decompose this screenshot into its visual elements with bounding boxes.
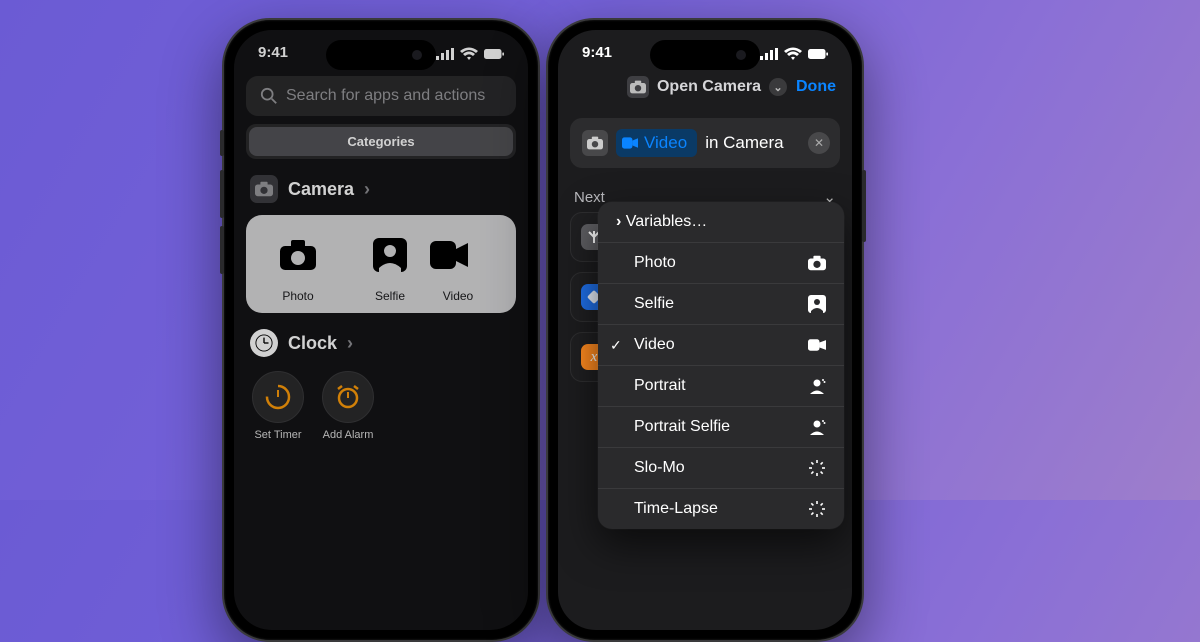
action-suffix: in Camera [705,133,783,153]
camera-actions-card: Photo Selfie Video [246,215,516,313]
camera-app-icon [627,76,649,98]
selfie-icon [808,295,830,313]
camera-action-video[interactable]: Video [438,227,478,303]
search-input[interactable]: Search for apps and actions [246,76,516,116]
popover-option-video[interactable]: ✓ Video [598,325,844,366]
spinner-icon [808,459,830,477]
camera-title: Camera [288,179,354,200]
search-placeholder: Search for apps and actions [286,87,485,105]
popover-option-portrait[interactable]: Portrait [598,366,844,407]
timelapse-icon [808,500,830,518]
segmented-control[interactable]: Categories [246,124,516,159]
video-icon [808,336,830,354]
camera-action-selfie[interactable]: Selfie [346,227,434,303]
photo-icon [270,227,326,283]
selfie-icon [362,227,418,283]
clock-action-alarm[interactable]: Add Alarm [322,371,374,441]
chevron-down-icon: ⌄ [769,78,787,96]
clock-title: Clock [288,333,337,354]
section-clock[interactable]: Clock › [234,323,528,365]
camera-icon [582,130,608,156]
signal-icon [760,45,778,63]
popover-option-slomo[interactable]: Slo-Mo [598,448,844,489]
portrait-selfie-icon [808,418,830,436]
video-icon [430,227,486,283]
camera-app-icon [250,175,278,203]
timer-icon [252,371,304,423]
camera-icon [808,254,830,272]
wifi-icon [460,45,478,63]
chevron-right-icon: › [347,333,353,354]
clock-action-timer[interactable]: Set Timer [252,371,304,441]
battery-icon [484,44,504,64]
popover-option-selfie[interactable]: Selfie [598,284,844,325]
wifi-icon [784,45,802,63]
clock-app-icon [250,329,278,357]
status-time: 9:41 [258,44,288,64]
dynamic-island [650,40,760,70]
clear-action-button[interactable]: ✕ [808,132,830,154]
alarm-icon [322,371,374,423]
video-icon [622,135,638,151]
status-icons [436,44,504,64]
search-icon [260,87,278,105]
mode-picker-popover: › Variables… Photo Selfie ✓ Video [598,202,844,529]
phone-left: 9:41 Search for apps and [222,18,540,642]
popover-option-timelapse[interactable]: Time-Lapse [598,489,844,529]
signal-icon [436,45,454,63]
status-icons [760,44,828,64]
action-open-camera: Video in Camera ✕ [570,118,840,168]
camera-action-photo[interactable]: Photo [254,227,342,303]
section-camera[interactable]: Camera › [234,169,528,211]
status-time: 9:41 [582,44,612,64]
popover-option-portrait-selfie[interactable]: Portrait Selfie [598,407,844,448]
phone-right: 9:41 [546,18,864,642]
done-button[interactable]: Done [796,78,836,96]
popover-option-photo[interactable]: Photo [598,243,844,284]
checkmark-icon: ✓ [610,337,622,354]
mode-parameter-chip[interactable]: Video [616,129,697,157]
shortcut-title[interactable]: Open Camera ⌄ [627,76,787,98]
popover-variables[interactable]: › Variables… [598,202,844,243]
portrait-icon [808,377,830,395]
segment-categories[interactable]: Categories [249,127,513,156]
battery-icon [808,44,828,64]
chevron-right-icon: › [364,179,370,200]
dynamic-island [326,40,436,70]
